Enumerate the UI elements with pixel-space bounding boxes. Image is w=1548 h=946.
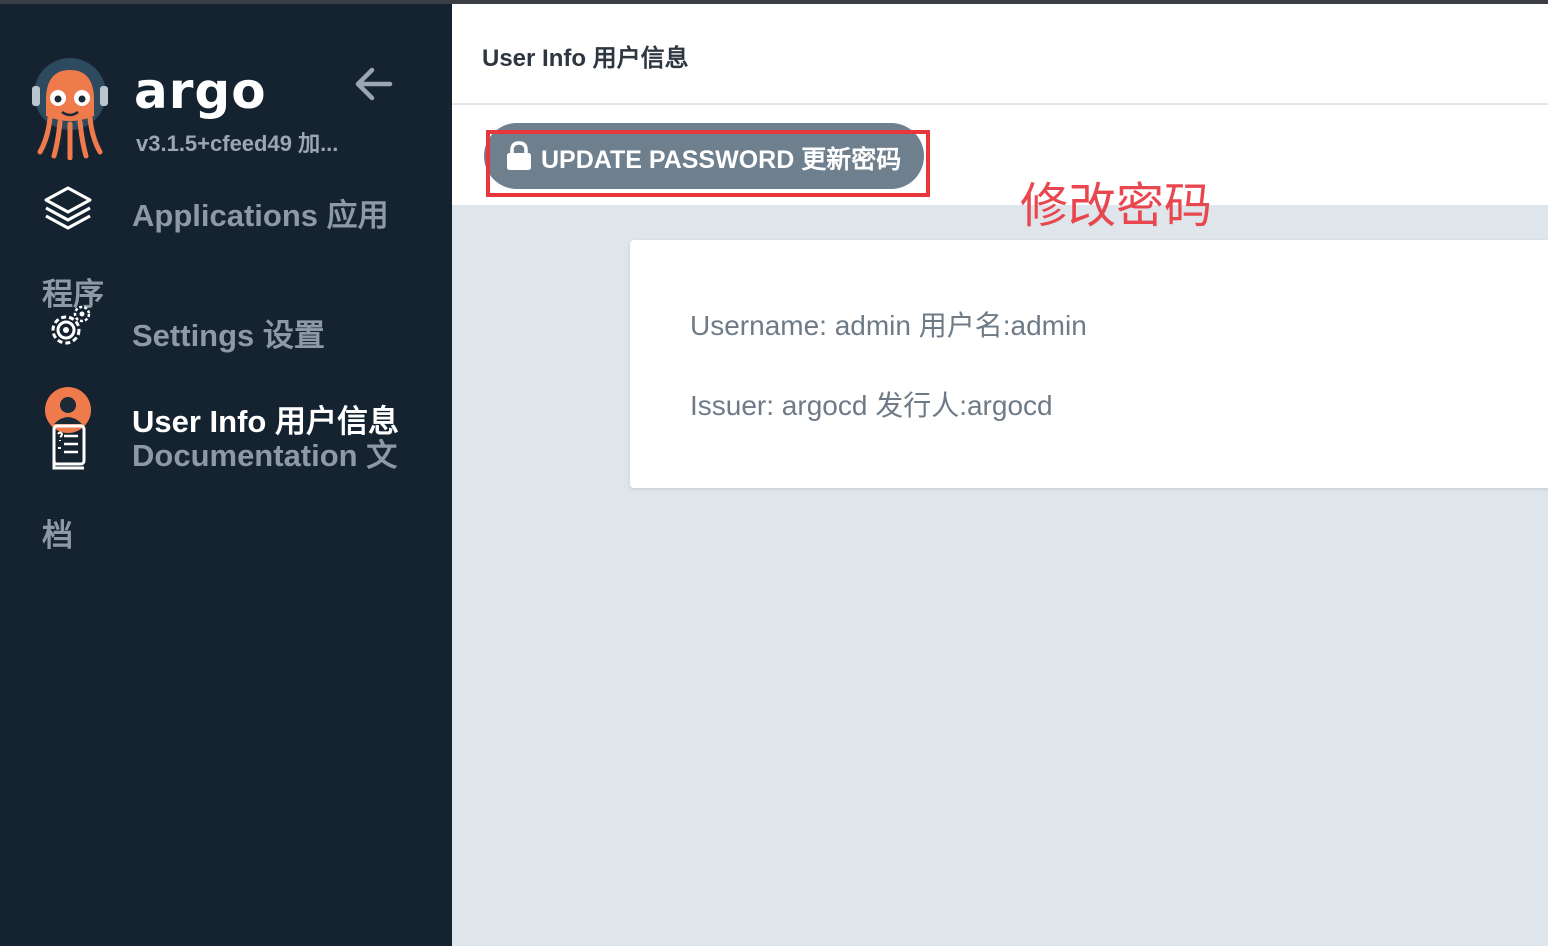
version-label: v3.1.5+cfeed49 加... xyxy=(136,131,339,156)
sidebar: argo v3.1.5+cfeed49 加... Applications 应用… xyxy=(0,4,452,946)
page-title: User Info 用户信息 xyxy=(482,45,689,72)
sidebar-item-label-wrap: 档 xyxy=(42,518,73,553)
collapse-sidebar-button[interactable] xyxy=(352,62,396,106)
username-row: Username: admin 用户名:admin xyxy=(690,310,1087,341)
brand-name: argo xyxy=(134,62,267,120)
annotation-highlight-box xyxy=(486,130,930,197)
argo-octopus-logo xyxy=(32,58,108,160)
page-header: User Info 用户信息 xyxy=(452,4,1548,104)
annotation-text: 修改密码 xyxy=(1020,180,1213,233)
sidebar-item-label: Settings 设置 xyxy=(132,318,325,353)
layers-icon xyxy=(44,186,92,230)
gears-icon xyxy=(51,305,91,345)
sidebar-item-label: Applications 应用 xyxy=(132,198,389,233)
issuer-row: Issuer: argocd 发行人:argocd xyxy=(690,390,1053,421)
arrow-left-icon xyxy=(355,67,393,101)
user-info-card: Username: admin 用户名:admin Issuer: argocd… xyxy=(630,240,1548,488)
sidebar-item-label: Documentation 文 xyxy=(132,438,398,473)
docs-icon xyxy=(52,424,86,470)
